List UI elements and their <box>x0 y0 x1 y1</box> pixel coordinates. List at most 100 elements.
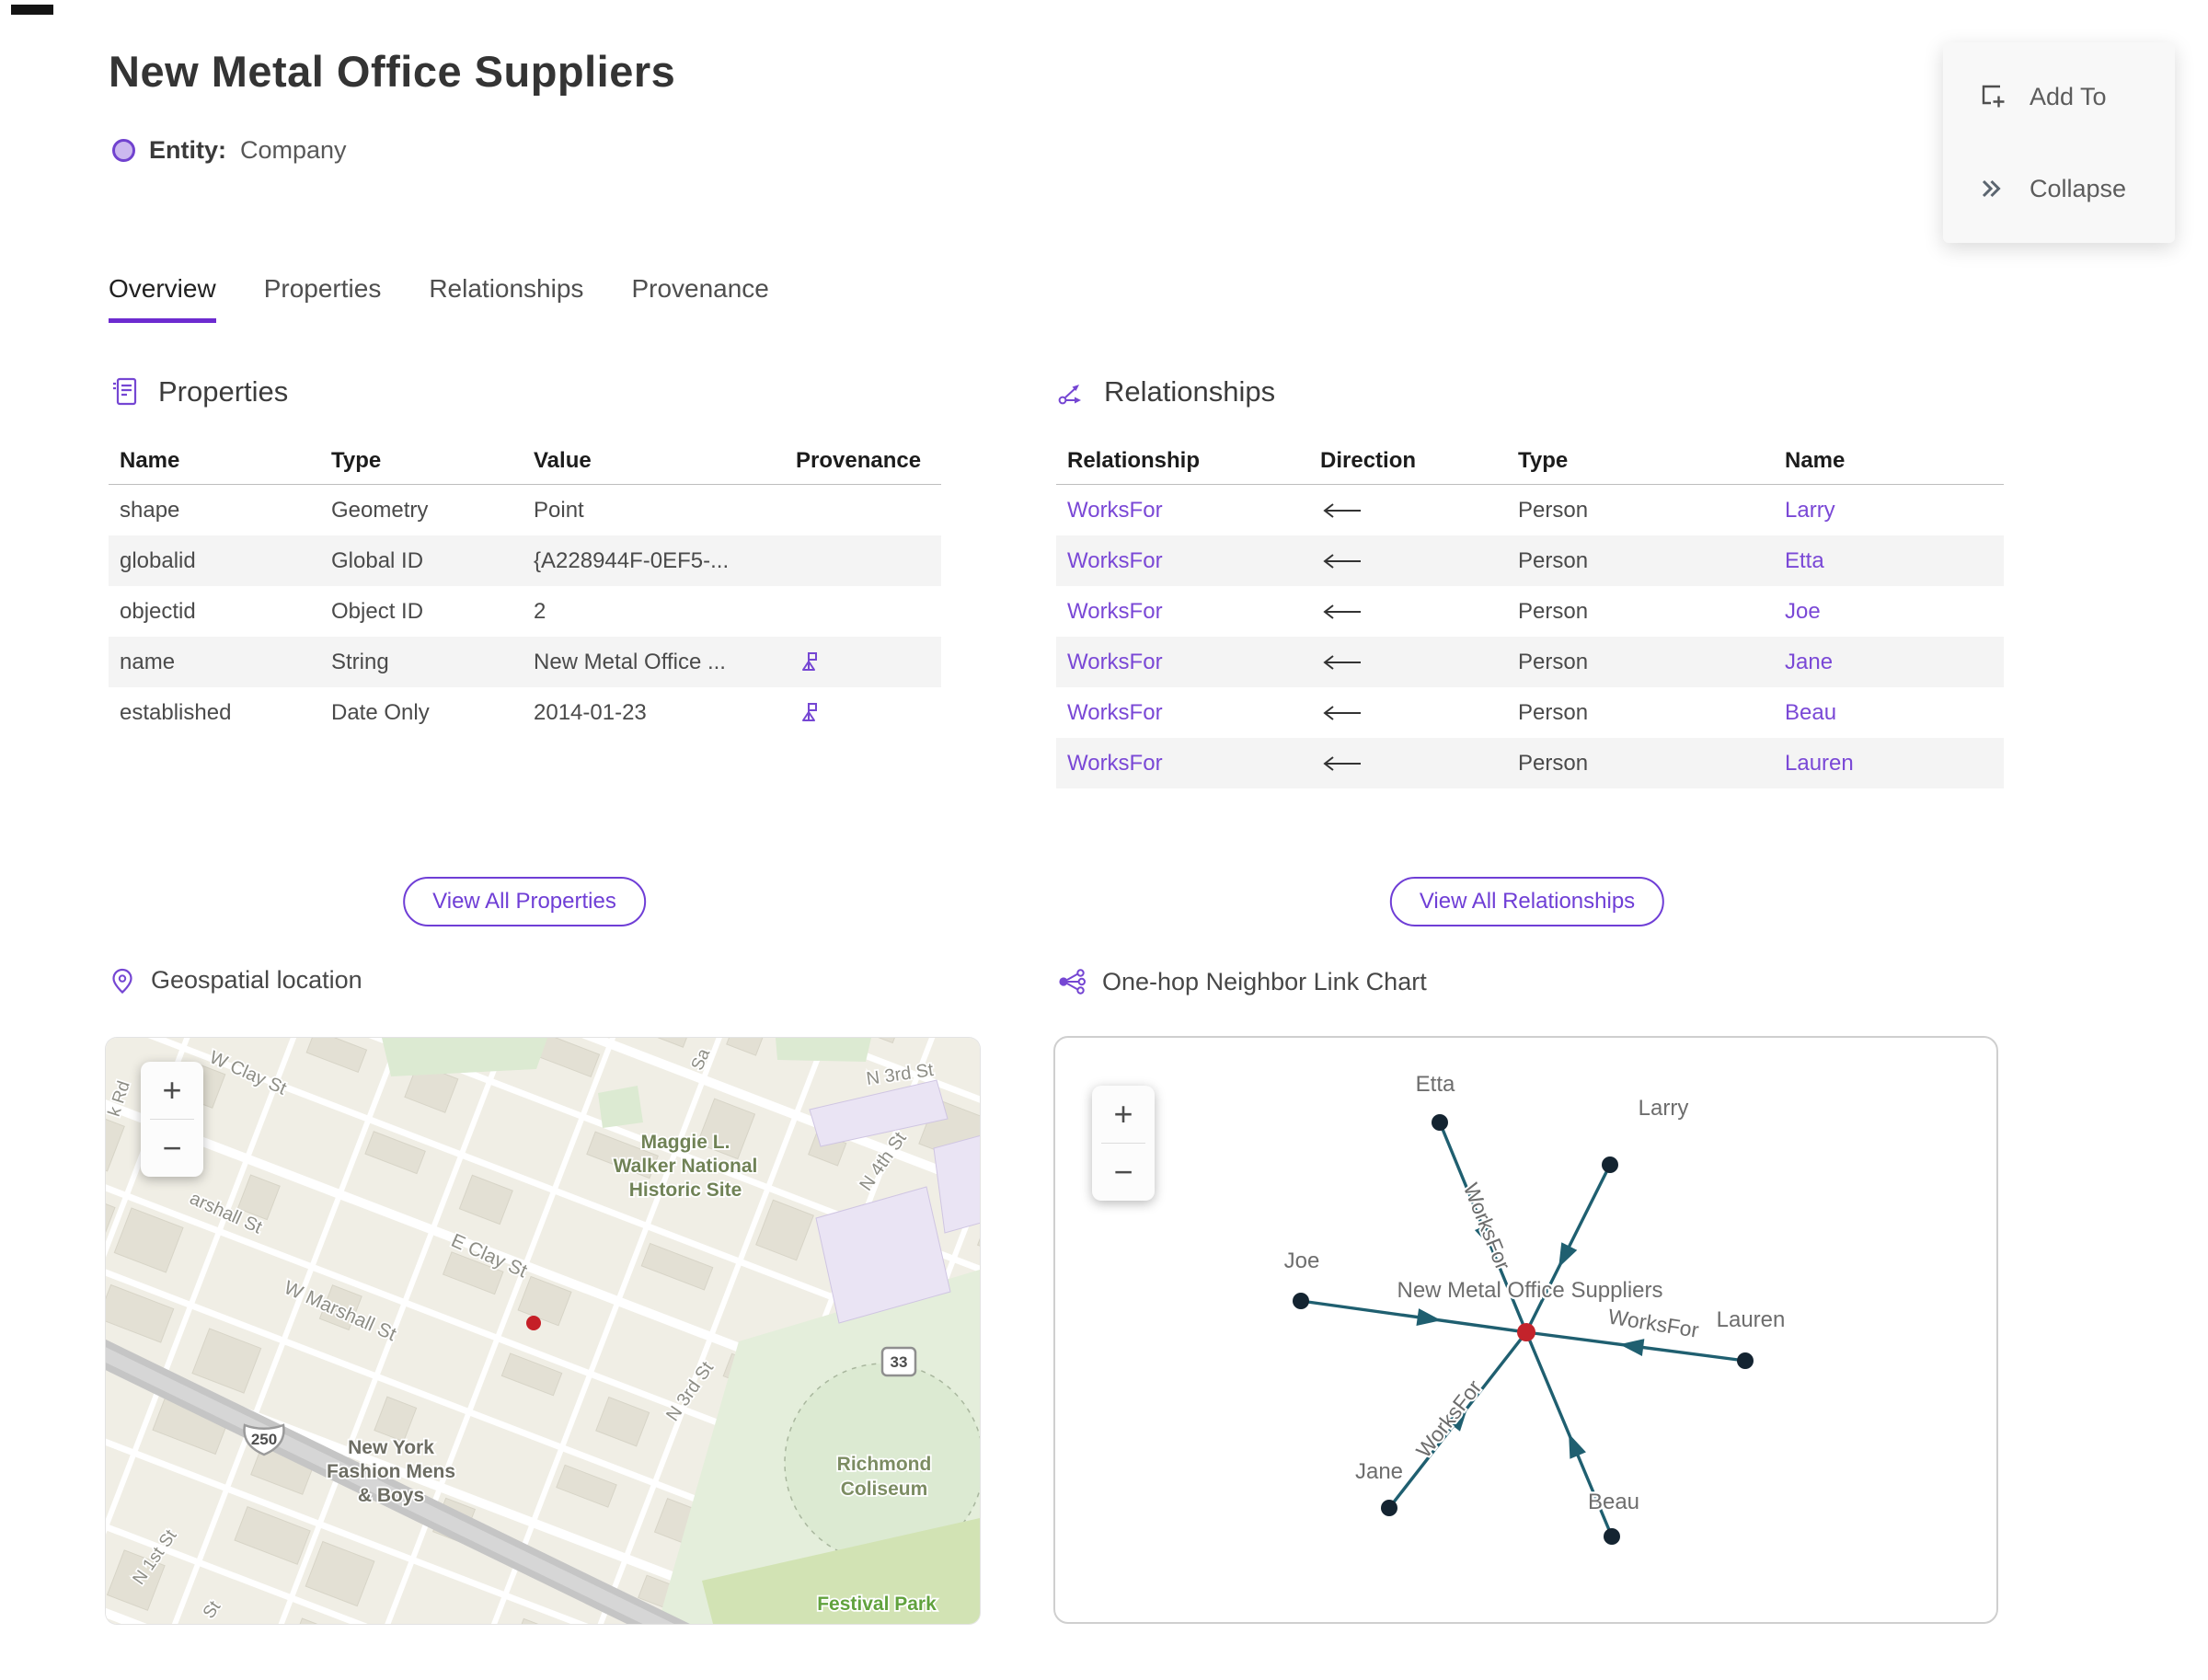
property-value-cell: {A228944F-0EF5-... <box>534 547 730 573</box>
relationship-row: WorksFor Person Beau <box>1056 687 2004 738</box>
map-zoom-control: + − <box>141 1062 203 1177</box>
link-chart-canvas[interactable]: WorksFor WorksFor WorksFor New Metal Office… <box>1053 1036 1998 1624</box>
properties-section: Properties Name Type Value Provenance sh… <box>109 375 941 946</box>
related-type-cell: Person <box>1518 649 1589 674</box>
chart-zoom-control: + − <box>1092 1086 1155 1201</box>
entity-type-value: Company <box>240 136 347 164</box>
map-marker[interactable] <box>526 1316 541 1330</box>
property-type-cell: Object ID <box>331 598 424 624</box>
related-entity-link[interactable]: Joe <box>1785 599 1821 625</box>
add-to-icon <box>1982 85 2005 108</box>
col-rel-name: Name <box>1785 448 1846 473</box>
property-name-cell: established <box>120 699 232 725</box>
node-label: Beau <box>1588 1490 1639 1514</box>
property-name-cell: globalid <box>120 547 196 573</box>
chart-zoom-in-button[interactable]: + <box>1092 1086 1155 1143</box>
map-zoom-in-button[interactable]: + <box>141 1062 203 1119</box>
edge-label: WorksFor <box>1459 1179 1515 1273</box>
node-label: Larry <box>1639 1096 1689 1121</box>
relationship-row: WorksFor Person Larry <box>1056 485 2004 535</box>
properties-icon <box>113 377 137 406</box>
properties-table-header: Name Type Value Provenance <box>109 438 941 485</box>
related-type-cell: Person <box>1518 598 1589 624</box>
property-value-cell: 2014-01-23 <box>534 699 647 725</box>
entity-details-page: New Metal Office Suppliers Entity: Compa… <box>0 0 2208 1680</box>
left-arrow-icon <box>1323 654 1361 670</box>
add-to-button[interactable]: Add To <box>1943 70 2175 123</box>
relationship-link[interactable]: WorksFor <box>1067 700 1163 726</box>
map-zoom-out-button[interactable]: − <box>141 1120 203 1177</box>
property-value-cell: 2 <box>534 598 546 624</box>
relationship-link[interactable]: WorksFor <box>1067 751 1163 777</box>
property-type-cell: Global ID <box>331 547 424 573</box>
relationship-link[interactable]: WorksFor <box>1067 548 1163 574</box>
relationships-section-title: Relationships <box>1104 375 1276 408</box>
actions-panel: Add To Collapse <box>1943 42 2175 243</box>
map-pin-icon <box>112 968 132 994</box>
person-node[interactable] <box>1602 1156 1618 1173</box>
direction-cell <box>1309 705 1507 721</box>
collapse-icon <box>1982 179 2001 198</box>
map-canvas[interactable]: k Rd W Clay St Sa arshall St W Marshall St E … <box>106 1038 980 1624</box>
person-node[interactable] <box>1604 1528 1620 1545</box>
svg-text:250: 250 <box>251 1431 277 1448</box>
col-value: Value <box>534 448 592 473</box>
relationships-section: Relationships Relationship Direction Typ… <box>1056 375 2004 946</box>
relationship-row: WorksFor Person Jane <box>1056 637 2004 687</box>
tab-properties[interactable]: Properties <box>264 274 382 323</box>
relationship-link[interactable]: WorksFor <box>1067 498 1163 524</box>
left-arrow-icon <box>1323 705 1361 720</box>
related-entity-link[interactable]: Larry <box>1785 498 1835 524</box>
direction-cell <box>1309 604 1507 620</box>
view-all-properties-button[interactable]: View All Properties <box>403 877 646 926</box>
relationships-table: Relationship Direction Type Name WorksFo… <box>1056 438 2004 788</box>
collapse-button[interactable]: Collapse <box>1943 162 2175 215</box>
relationship-row: WorksFor Person Lauren <box>1056 738 2004 788</box>
map-label: Festival Park <box>817 1594 937 1615</box>
link-edge <box>1300 1299 1527 1334</box>
person-node[interactable] <box>1737 1352 1754 1369</box>
direction-cell <box>1309 654 1507 671</box>
property-value-cell: New Metal Office ... <box>534 649 726 674</box>
left-arrow-icon <box>1323 502 1361 518</box>
person-node[interactable] <box>1381 1500 1397 1516</box>
node-label: Etta <box>1416 1072 1455 1097</box>
company-node[interactable] <box>1517 1323 1535 1341</box>
relationship-link[interactable]: WorksFor <box>1067 599 1163 625</box>
provenance-flag-icon[interactable] <box>796 650 822 675</box>
link-chart-icon <box>1059 969 1086 995</box>
relationship-link[interactable]: WorksFor <box>1067 650 1163 675</box>
person-node[interactable] <box>1293 1293 1309 1309</box>
related-entity-link[interactable]: Etta <box>1785 548 1824 574</box>
chart-zoom-out-button[interactable]: − <box>1092 1144 1155 1201</box>
tab-bar: Overview Properties Relationships Proven… <box>109 274 769 323</box>
person-node[interactable] <box>1432 1114 1448 1131</box>
property-name-cell: objectid <box>120 598 196 624</box>
direction-cell <box>1309 553 1507 570</box>
tab-relationships[interactable]: Relationships <box>429 274 583 323</box>
related-entity-link[interactable]: Beau <box>1785 700 1836 726</box>
property-row: globalid Global ID {A228944F-0EF5-... <box>109 535 941 586</box>
page-title: New Metal Office Suppliers <box>109 47 676 96</box>
edge-arrow-icon <box>1569 1433 1586 1459</box>
node-label: Joe <box>1284 1248 1320 1273</box>
entity-label: Entity: <box>149 136 226 164</box>
tab-provenance[interactable]: Provenance <box>631 274 768 323</box>
entity-type-dot <box>112 139 135 162</box>
collapse-label: Collapse <box>2030 174 2127 202</box>
property-row: objectid Object ID 2 <box>109 586 941 637</box>
related-type-cell: Person <box>1518 497 1589 523</box>
tab-overview[interactable]: Overview <box>109 274 216 323</box>
svg-text:33: 33 <box>891 1353 908 1371</box>
col-direction: Direction <box>1320 448 1417 473</box>
view-all-relationships-button[interactable]: View All Relationships <box>1389 877 1665 926</box>
col-type: Type <box>331 448 382 473</box>
col-provenance: Provenance <box>796 448 922 473</box>
provenance-flag-icon[interactable] <box>796 700 822 726</box>
relationships-section-header: Relationships <box>1056 375 2004 408</box>
direction-cell <box>1309 502 1507 519</box>
related-entity-link[interactable]: Lauren <box>1785 751 1854 777</box>
route-shield: 33 <box>880 1346 917 1377</box>
related-entity-link[interactable]: Jane <box>1785 650 1833 675</box>
left-arrow-icon <box>1323 755 1361 771</box>
